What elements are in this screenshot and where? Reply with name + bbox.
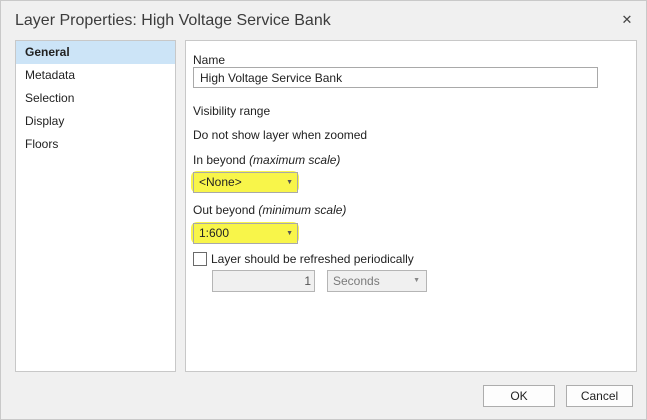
- refresh-checkbox[interactable]: [193, 252, 207, 266]
- sidebar-item-metadata[interactable]: Metadata: [16, 64, 175, 87]
- layer-properties-dialog: Layer Properties: High Voltage Service B…: [0, 0, 647, 420]
- refresh-unit-dropdown[interactable]: Seconds ▼: [327, 270, 427, 292]
- out-beyond-text: Out beyond: [193, 203, 256, 217]
- chevron-down-icon: ▼: [286, 179, 293, 186]
- ok-button[interactable]: OK: [483, 385, 555, 407]
- sidebar-item-display[interactable]: Display: [16, 110, 175, 133]
- refresh-interval-field[interactable]: 1: [212, 270, 315, 292]
- dialog-title: Layer Properties: High Voltage Service B…: [15, 12, 331, 29]
- refresh-unit-value: Seconds: [333, 274, 380, 288]
- close-icon[interactable]: ✕: [615, 9, 639, 31]
- dont-show-label: Do not show layer when zoomed: [193, 128, 368, 142]
- refresh-label: Layer should be refreshed periodically: [211, 252, 414, 266]
- in-beyond-label: In beyond (maximum scale): [193, 153, 340, 167]
- out-beyond-dropdown[interactable]: 1:600 ▼: [193, 223, 298, 244]
- chevron-down-icon: ▼: [286, 230, 293, 237]
- out-beyond-label: Out beyond (minimum scale): [193, 203, 346, 217]
- cancel-button[interactable]: Cancel: [566, 385, 633, 407]
- sidebar-item-general[interactable]: General: [16, 41, 175, 64]
- general-panel: Name Visibility range Do not show layer …: [185, 40, 637, 372]
- name-label: Name: [193, 53, 226, 67]
- visibility-range-label: Visibility range: [193, 104, 271, 118]
- in-beyond-text: In beyond: [193, 153, 246, 167]
- in-beyond-dropdown[interactable]: <None> ▼: [193, 172, 298, 193]
- sidebar-item-floors[interactable]: Floors: [16, 133, 175, 156]
- sidebar-nav: General Metadata Selection Display Floor…: [15, 40, 176, 372]
- name-field[interactable]: [193, 67, 598, 88]
- out-beyond-value: 1:600: [199, 226, 230, 240]
- out-beyond-hint: (minimum scale): [258, 203, 347, 217]
- in-beyond-hint: (maximum scale): [249, 153, 341, 167]
- sidebar-item-selection[interactable]: Selection: [16, 87, 175, 110]
- chevron-down-icon: ▼: [413, 277, 420, 284]
- in-beyond-value: <None>: [199, 175, 242, 189]
